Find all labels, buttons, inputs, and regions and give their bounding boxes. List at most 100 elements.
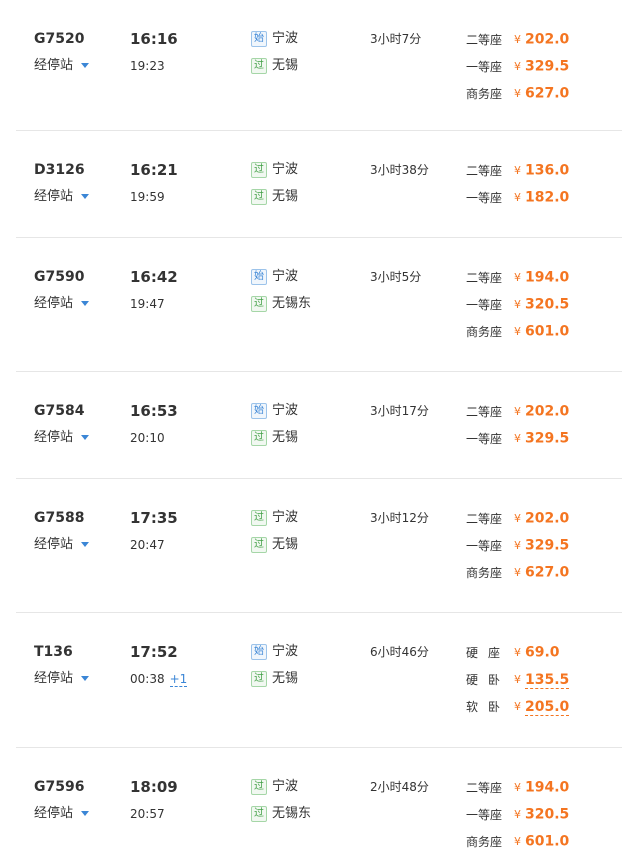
currency-symbol: ¥ xyxy=(514,834,521,848)
seat-price-row[interactable]: 一等座 ¥329.5 xyxy=(466,428,576,448)
seat-price-row[interactable]: 二等座 ¥202.0 xyxy=(466,29,576,49)
duration: 3小时7分 xyxy=(370,32,422,46)
seat-class: 二等座 xyxy=(466,780,503,795)
price[interactable]: 205.0 xyxy=(525,698,570,716)
stops-toggle[interactable]: 经停站 xyxy=(34,535,90,555)
stops-toggle[interactable]: 经停站 xyxy=(34,56,90,76)
currency-symbol: ¥ xyxy=(514,807,521,821)
seat-price-row[interactable]: 二等座 ¥136.0 xyxy=(466,160,576,180)
currency-symbol: ¥ xyxy=(514,511,521,525)
train-row[interactable]: G7588 经停站 17:35 20:47 过宁波过无锡 3小时12分 二等座 ¥202.0 一… xyxy=(16,479,622,613)
to-station: 过无锡 xyxy=(251,535,298,555)
stops-label: 经停站 xyxy=(34,430,74,445)
seat-price-row[interactable]: 一等座 ¥320.5 xyxy=(466,804,576,824)
stops-label: 经停站 xyxy=(34,296,74,311)
seat-price-row[interactable]: 商务座 ¥601.0 xyxy=(466,321,576,341)
train-row[interactable]: G7520 经停站 16:16 19:23 始宁波过无锡 3小时7分 二等座 ¥202.0 一等… xyxy=(16,0,622,131)
stops-toggle[interactable]: 经停站 xyxy=(34,187,90,207)
depart-time: 18:09 xyxy=(130,778,178,796)
train-number[interactable]: G7596 xyxy=(34,777,84,797)
stops-label: 经停站 xyxy=(34,537,74,552)
depart-time: 16:21 xyxy=(130,161,178,179)
arrive-time-block: 19:47 xyxy=(130,294,165,314)
seat-price-row[interactable]: 二等座 ¥194.0 xyxy=(466,267,576,287)
seat-class: 二等座 xyxy=(466,404,503,419)
train-number[interactable]: G7584 xyxy=(34,401,84,421)
duration: 3小时17分 xyxy=(370,404,429,418)
arrive-time: 19:23 xyxy=(130,59,165,73)
arrive-time: 19:47 xyxy=(130,297,165,311)
arrive-time-block: 20:57 xyxy=(130,804,165,824)
station-name: 宁波 xyxy=(272,644,299,659)
station-name: 无锡 xyxy=(272,58,299,73)
currency-symbol: ¥ xyxy=(514,163,521,177)
train-number[interactable]: G7588 xyxy=(34,508,84,528)
stops-toggle[interactable]: 经停站 xyxy=(34,669,90,689)
depart-time: 16:42 xyxy=(130,268,178,286)
station-name: 无锡东 xyxy=(272,806,312,821)
stops-toggle[interactable]: 经停站 xyxy=(34,804,90,824)
depart-time: 17:35 xyxy=(130,509,178,527)
price: 194.0 xyxy=(525,779,570,796)
currency-symbol: ¥ xyxy=(514,565,521,579)
passing-tag: 过 xyxy=(251,296,267,312)
price[interactable]: 135.5 xyxy=(525,671,570,689)
caret-down-icon xyxy=(81,676,90,681)
seat-class: 一等座 xyxy=(466,297,503,312)
train-number[interactable]: G7590 xyxy=(34,267,84,287)
train-row[interactable]: G7590 经停站 16:42 19:47 始宁波过无锡东 3小时5分 二等座 ¥194.0 一… xyxy=(16,238,622,372)
train-row[interactable]: G7596 经停站 18:09 20:57 过宁波过无锡东 2小时48分 二等座 ¥194.0… xyxy=(16,748,622,864)
station-name: 宁波 xyxy=(272,510,299,525)
passing-tag: 过 xyxy=(251,779,267,795)
seat-price-row[interactable]: 二等座 ¥202.0 xyxy=(466,401,576,421)
train-number[interactable]: D3126 xyxy=(34,160,85,180)
caret-down-icon xyxy=(81,811,90,816)
currency-symbol: ¥ xyxy=(514,190,521,204)
seat-price-row[interactable]: 二等座 ¥194.0 xyxy=(466,777,576,797)
seat-price-row[interactable]: 软卧 ¥205.0 xyxy=(466,696,576,716)
station-name: 无锡东 xyxy=(272,296,312,311)
currency-symbol: ¥ xyxy=(514,538,521,552)
currency-symbol: ¥ xyxy=(514,645,521,659)
stops-toggle[interactable]: 经停站 xyxy=(34,294,90,314)
train-number[interactable]: T136 xyxy=(34,642,73,662)
arrive-time: 20:10 xyxy=(130,431,165,445)
stops-label: 经停站 xyxy=(34,671,74,686)
seat-price-row[interactable]: 硬座 ¥69.0 xyxy=(466,642,576,662)
caret-down-icon xyxy=(81,542,90,547)
station-name: 宁波 xyxy=(272,779,299,794)
seat-price-row[interactable]: 商务座 ¥601.0 xyxy=(466,831,576,851)
train-number[interactable]: G7520 xyxy=(34,29,84,49)
duration: 3小时12分 xyxy=(370,511,429,525)
price: 601.0 xyxy=(525,323,570,340)
seat-price-row[interactable]: 一等座 ¥320.5 xyxy=(466,294,576,314)
seat-class: 一等座 xyxy=(466,807,503,822)
currency-symbol: ¥ xyxy=(514,780,521,794)
to-station: 过无锡 xyxy=(251,428,298,448)
train-row[interactable]: T136 经停站 17:52 00:38 +1 始宁波过无锡 6小时46分 硬座 ¥69.0 硬卧… xyxy=(16,613,622,748)
seat-price-row[interactable]: 硬卧 ¥135.5 xyxy=(466,669,576,689)
station-name: 无锡 xyxy=(272,671,299,686)
duration: 2小时48分 xyxy=(370,780,429,794)
seat-price-row[interactable]: 一等座 ¥182.0 xyxy=(466,187,576,207)
train-row[interactable]: D3126 经停站 16:21 19:59 过宁波过无锡 3小时38分 二等座 ¥136.0 一… xyxy=(16,131,622,238)
station-name: 无锡 xyxy=(272,189,299,204)
seat-price-row[interactable]: 商务座 ¥627.0 xyxy=(466,83,576,103)
next-day-badge[interactable]: +1 xyxy=(169,672,188,687)
currency-symbol: ¥ xyxy=(514,324,521,338)
stops-toggle[interactable]: 经停站 xyxy=(34,428,90,448)
seat-price-row[interactable]: 一等座 ¥329.5 xyxy=(466,535,576,555)
train-row[interactable]: G7584 经停站 16:53 20:10 始宁波过无锡 3小时17分 二等座 ¥202.0 一… xyxy=(16,372,622,479)
price: 202.0 xyxy=(525,510,570,527)
seat-price-row[interactable]: 商务座 ¥627.0 xyxy=(466,562,576,582)
station-name: 宁波 xyxy=(272,162,299,177)
seat-class: 软卧 xyxy=(466,699,511,714)
arrive-time: 20:47 xyxy=(130,538,165,552)
seat-class: 商务座 xyxy=(466,86,503,101)
origin-tag: 始 xyxy=(251,269,267,285)
to-station: 过无锡东 xyxy=(251,804,311,824)
seat-price-row[interactable]: 一等座 ¥329.5 xyxy=(466,56,576,76)
seat-price-row[interactable]: 二等座 ¥202.0 xyxy=(466,508,576,528)
station-name: 无锡 xyxy=(272,537,299,552)
to-station: 过无锡 xyxy=(251,56,298,76)
